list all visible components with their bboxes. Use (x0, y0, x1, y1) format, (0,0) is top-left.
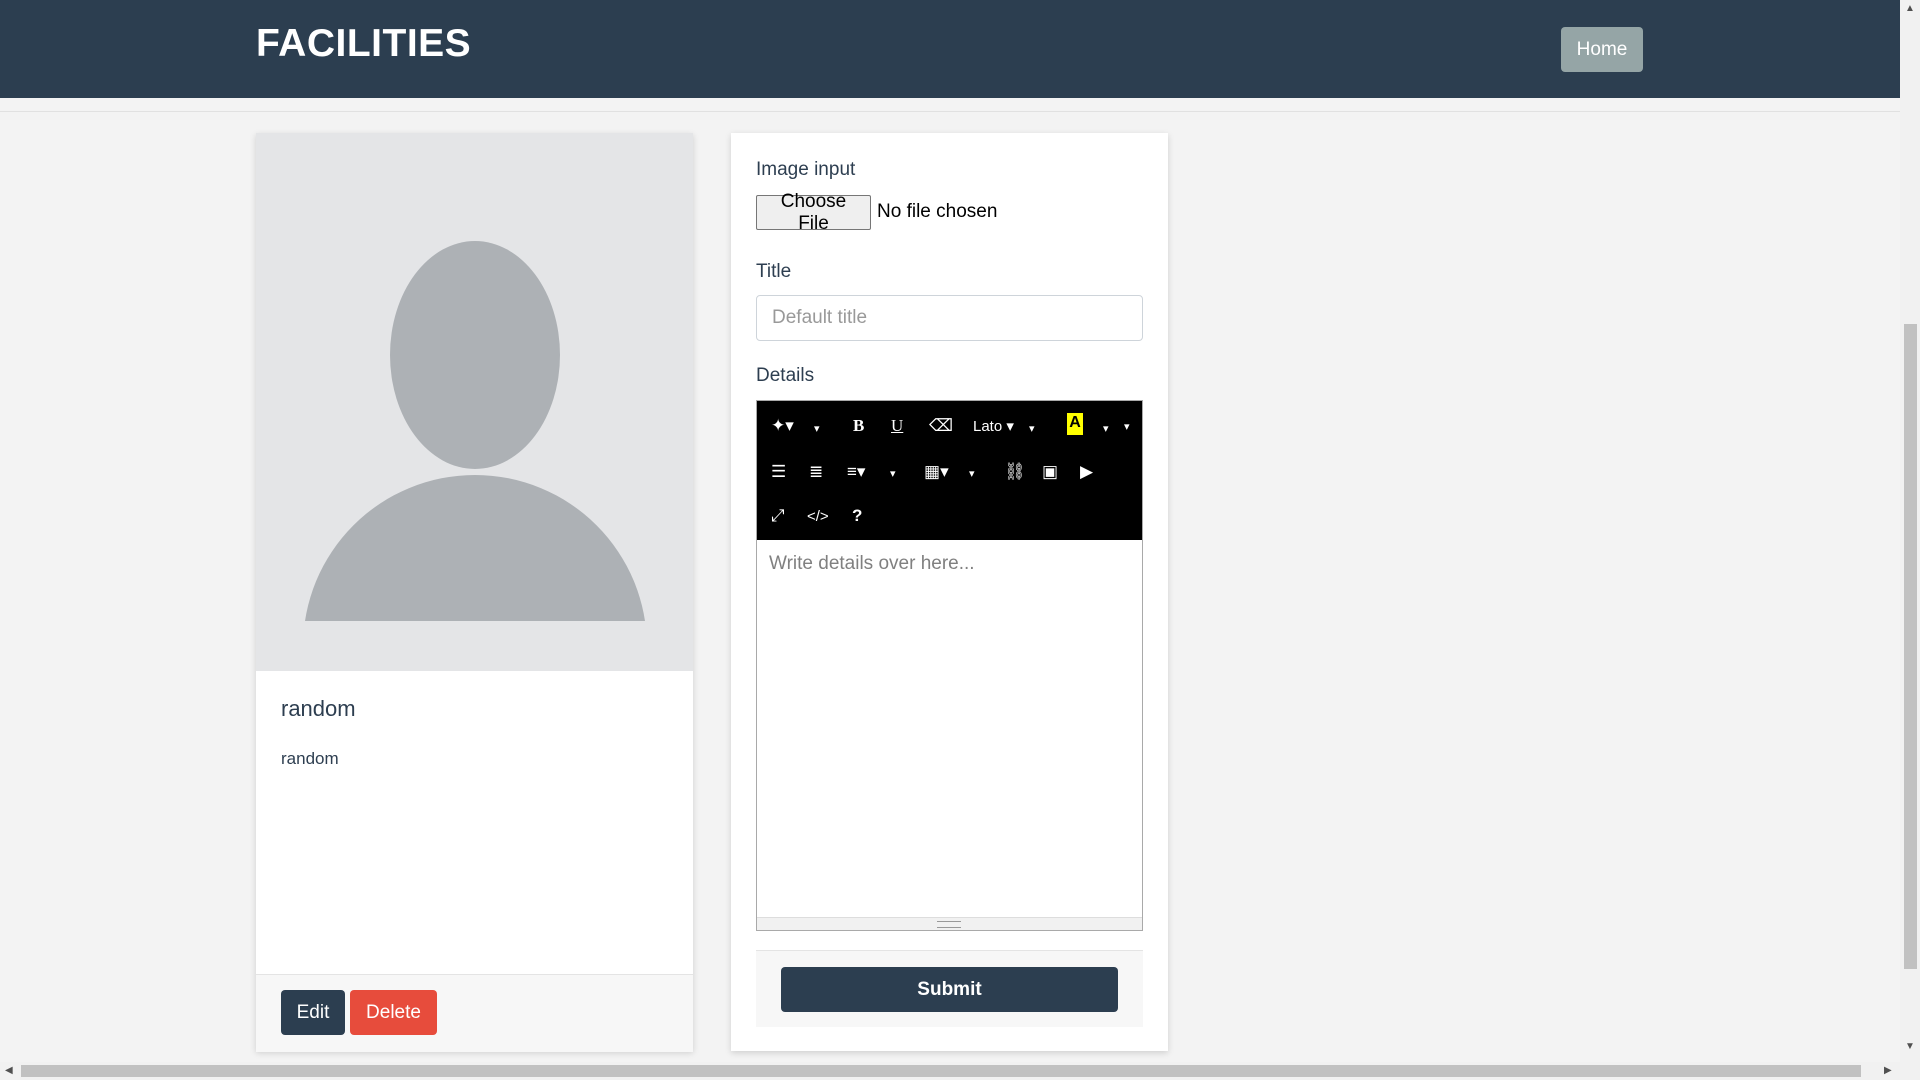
home-button[interactable]: Home (1561, 27, 1643, 72)
eraser-icon[interactable]: ⌫ (929, 416, 953, 436)
avatar-mask (256, 621, 693, 671)
chevron-down-icon[interactable]: ▾ (1029, 419, 1035, 439)
rich-text-editor: ✦▾ ▾ B U ⌫ Lato ▾ ▾ A ▾ ▾ ☰ ≣ ≡▾ ▾ ▦▾ ▾ … (756, 400, 1143, 931)
delete-button[interactable]: Delete (350, 990, 437, 1035)
table-icon[interactable]: ▦▾ (924, 462, 949, 482)
scroll-down-icon[interactable]: ▼ (1905, 1042, 1915, 1052)
vertical-scroll-thumb[interactable] (1904, 324, 1917, 969)
scrollbar-corner (1900, 1062, 1920, 1080)
brand-title[interactable]: FACILITIES (256, 22, 471, 66)
vertical-scrollbar[interactable]: ▲ ▼ (1900, 0, 1920, 1062)
unordered-list-icon[interactable]: ☰ (771, 462, 786, 482)
facility-card: random random Edit Delete (256, 133, 693, 1052)
image-input-label: Image input (756, 159, 856, 180)
help-icon[interactable]: ? (852, 506, 862, 526)
font-family-label: Lato (973, 418, 1003, 435)
file-status: No file chosen (877, 201, 998, 222)
ordered-list-icon[interactable]: ≣ (809, 462, 823, 482)
edit-button[interactable]: Edit (281, 990, 345, 1035)
details-editable-area[interactable]: Write details over here... (769, 553, 975, 575)
submit-button[interactable]: Submit (781, 967, 1118, 1012)
details-label: Details (756, 365, 815, 386)
horizontal-scrollbar[interactable]: ◀ ▶ (0, 1062, 1900, 1080)
facility-form: Image input Choose File No file chosen T… (731, 133, 1168, 1051)
chevron-down-icon[interactable]: ▾ (1103, 419, 1109, 439)
magic-style-icon[interactable]: ✦▾ (771, 416, 794, 436)
scroll-right-icon[interactable]: ▶ (1884, 1066, 1892, 1076)
scroll-left-icon[interactable]: ◀ (5, 1066, 13, 1076)
bold-icon[interactable]: B (853, 416, 864, 436)
title-label: Title (756, 261, 792, 282)
video-icon[interactable]: ▶ (1080, 462, 1093, 482)
font-family-select[interactable]: Lato ▾ (973, 417, 1014, 437)
code-view-icon[interactable]: </> (807, 507, 829, 527)
text-color-icon[interactable]: A (1067, 413, 1083, 435)
align-icon[interactable]: ≡▾ (847, 462, 865, 482)
chevron-down-icon[interactable]: ▾ (814, 419, 820, 439)
header-divider (0, 111, 1900, 112)
card-title: random (281, 696, 356, 721)
editor-resize-handle[interactable] (757, 917, 1142, 930)
scroll-up-icon[interactable]: ▲ (1905, 4, 1915, 14)
underline-icon[interactable]: U (891, 416, 903, 436)
picture-icon[interactable]: ▣ (1042, 462, 1058, 482)
person-placeholder-icon (256, 133, 693, 671)
form-footer: Submit (756, 950, 1143, 1027)
choose-file-button[interactable]: Choose File (756, 191, 871, 234)
title-input[interactable] (756, 295, 1143, 341)
card-footer: Edit Delete (256, 974, 693, 1052)
card-text: random (281, 749, 339, 768)
navbar: FACILITIES Home (0, 0, 1900, 98)
chevron-down-icon[interactable]: ▾ (969, 464, 975, 484)
avatar-head (390, 241, 560, 469)
chevron-down-icon[interactable]: ▾ (890, 464, 896, 484)
horizontal-scroll-thumb[interactable] (21, 1065, 1861, 1077)
link-icon[interactable]: ⛓ (1004, 462, 1026, 482)
chevron-down-icon[interactable]: ▾ (1124, 417, 1130, 437)
fullscreen-icon[interactable]: ⤢ (771, 506, 785, 526)
grip-icon (937, 921, 961, 928)
editor-toolbar: ✦▾ ▾ B U ⌫ Lato ▾ ▾ A ▾ ▾ ☰ ≣ ≡▾ ▾ ▦▾ ▾ … (757, 401, 1142, 540)
